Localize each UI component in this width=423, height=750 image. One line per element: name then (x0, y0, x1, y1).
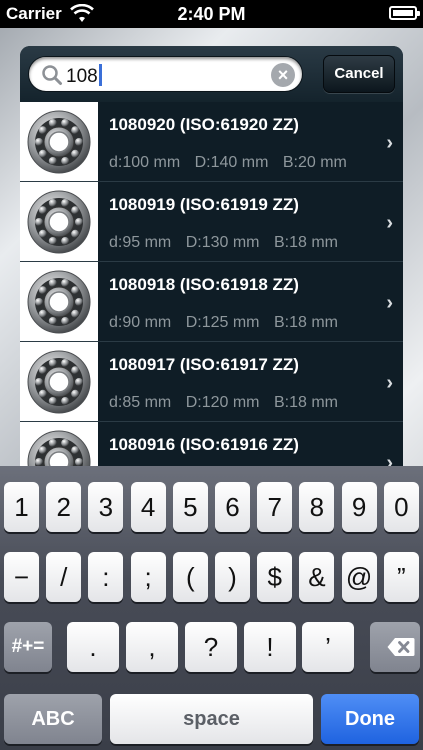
result-row[interactable]: 1080916 (ISO:61916 ZZ) › (20, 422, 403, 466)
key-1[interactable]: 1 (4, 482, 39, 532)
result-row[interactable]: 1080919 (ISO:61919 ZZ) d:95 mm D:130 mm … (20, 182, 403, 262)
result-title: 1080920 (ISO:61920 ZZ) (109, 115, 299, 134)
result-title: 1080918 (ISO:61918 ZZ) (109, 275, 299, 294)
result-row[interactable]: 1080917 (ISO:61917 ZZ) d:85 mm D:120 mm … (20, 342, 403, 422)
bearing-thumbnail (20, 102, 98, 181)
key-symbol[interactable]: : (88, 552, 124, 602)
outer-diameter: D:120 mm (185, 394, 260, 411)
key-symbol[interactable]: / (46, 552, 82, 602)
chevron-right-icon: › (386, 452, 393, 466)
search-input[interactable]: 108 × (28, 56, 303, 92)
key-symbol[interactable]: ; (130, 552, 166, 602)
result-dimensions: d:90 mm D:125 mm B:18 mm (109, 314, 348, 332)
result-dimensions: d:95 mm D:130 mm B:18 mm (109, 234, 348, 252)
key-symbol[interactable]: $ (257, 552, 293, 602)
result-title: 1080916 (ISO:61916 ZZ) (109, 435, 299, 454)
outer-diameter: D:125 mm (185, 314, 260, 331)
inner-diameter: d:95 mm (109, 234, 172, 251)
status-time: 2:40 PM (177, 4, 246, 24)
key-5[interactable]: 5 (172, 482, 208, 532)
backspace-key[interactable] (370, 622, 420, 672)
key-punctuation[interactable]: ? (185, 622, 237, 672)
search-query: 108 (66, 66, 98, 87)
key-symbol[interactable]: ) (215, 552, 250, 602)
bearing-icon (27, 110, 91, 174)
outer-diameter: D:130 mm (185, 234, 260, 251)
key-punctuation[interactable]: ! (244, 622, 296, 672)
width: B:18 mm (273, 314, 338, 331)
width: B:18 mm (273, 234, 338, 251)
inner-diameter: d:100 mm (109, 154, 181, 171)
keyboard: 1 2 3 4 5 6 7 8 9 0 − /:;() $ & @” #+=.,?!’ ABC space Done (0, 466, 423, 750)
battery-level (393, 10, 413, 16)
bearing-thumbnail (20, 262, 98, 341)
outer-diameter: D:140 mm (194, 154, 269, 171)
result-dimensions: d:85 mm D:120 mm B:18 mm (109, 394, 348, 412)
bearing-icon (27, 190, 91, 254)
chevron-right-icon: › (386, 372, 393, 394)
bearing-icon (27, 270, 91, 334)
space-key[interactable]: space (110, 694, 313, 744)
inner-diameter: d:85 mm (109, 394, 172, 411)
key-9[interactable]: 9 (341, 482, 377, 532)
chevron-right-icon: › (386, 132, 393, 154)
key-symbol[interactable]: ( (172, 552, 208, 602)
search-panel: 108 × Cancel 1080920 (ISO:61920 ZZ) d:10… (20, 46, 403, 466)
key-0[interactable]: 0 (383, 482, 419, 532)
search-bar: 108 × Cancel (20, 46, 403, 102)
width: B:18 mm (273, 394, 338, 411)
battery-icon (389, 6, 420, 20)
bearing-icon (27, 430, 91, 466)
inner-diameter: d:90 mm (109, 314, 172, 331)
search-input-text: 108 (66, 64, 102, 88)
key-2[interactable]: 2 (46, 482, 82, 532)
key-punctuation[interactable]: . (67, 622, 119, 672)
chevron-right-icon: › (386, 212, 393, 234)
key-8[interactable]: 8 (299, 482, 335, 532)
width: B:20 mm (282, 154, 347, 171)
key-symbol[interactable]: ” (383, 552, 419, 602)
key-punctuation[interactable]: ’ (302, 622, 354, 672)
shift-symbols-key[interactable]: #+= (4, 622, 52, 672)
status-bar: Carrier 2:40 PM (0, 0, 423, 28)
results-list: 1080920 (ISO:61920 ZZ) d:100 mm D:140 mm… (20, 102, 403, 466)
text-caret (98, 64, 102, 86)
key-4[interactable]: 4 (130, 482, 166, 532)
bearing-thumbnail (20, 342, 98, 421)
key-3[interactable]: 3 (88, 482, 124, 532)
key-symbol[interactable]: @ (341, 552, 377, 602)
search-icon (42, 65, 62, 85)
abc-key[interactable]: ABC (4, 694, 102, 744)
result-title: 1080919 (ISO:61919 ZZ) (109, 195, 299, 214)
chevron-right-icon: › (386, 292, 393, 314)
result-row[interactable]: 1080918 (ISO:61918 ZZ) d:90 mm D:125 mm … (20, 262, 403, 342)
clear-search-button[interactable]: × (271, 63, 295, 87)
result-row[interactable]: 1080920 (ISO:61920 ZZ) d:100 mm D:140 mm… (20, 102, 403, 182)
cancel-button[interactable]: Cancel (323, 55, 395, 93)
backspace-icon (387, 638, 415, 656)
bearing-thumbnail (20, 182, 98, 261)
done-key[interactable]: Done (321, 694, 419, 744)
key-symbol[interactable]: & (299, 552, 335, 602)
key-6[interactable]: 6 (215, 482, 250, 532)
result-title: 1080917 (ISO:61917 ZZ) (109, 355, 299, 374)
bearing-icon (27, 350, 91, 414)
key-7[interactable]: 7 (257, 482, 293, 532)
key-symbol[interactable]: − (4, 552, 39, 602)
bearing-thumbnail (20, 422, 98, 466)
key-punctuation[interactable]: , (126, 622, 178, 672)
result-dimensions: d:100 mm D:140 mm B:20 mm (109, 154, 357, 172)
